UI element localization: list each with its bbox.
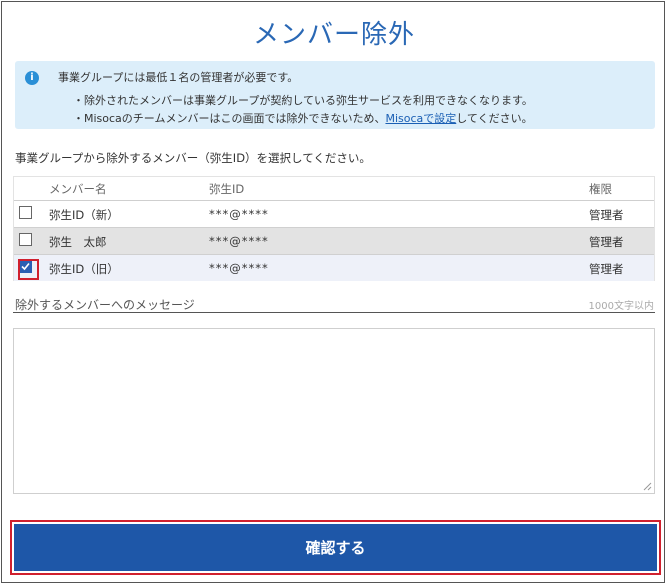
confirm-button[interactable]: 確認する — [14, 524, 657, 571]
table-header: メンバー名 弥生ID 権限 — [14, 177, 654, 201]
member-name: 弥生ID（新） — [49, 208, 119, 222]
page-title: メンバー除外 — [252, 20, 415, 50]
member-id: ***@**** — [209, 234, 269, 248]
resize-grip-icon[interactable] — [643, 482, 652, 491]
info-icon: i — [25, 71, 39, 85]
table-row[interactable]: 弥生ID（旧） ***@**** 管理者 — [14, 255, 654, 281]
info-line-misoca-after: してください。 — [456, 112, 533, 125]
info-line-misoca: ・Misocaのチームメンバーはこの画面では除外できないため、Misocaで設定… — [73, 110, 533, 126]
member-id: ***@**** — [209, 207, 269, 221]
misoca-settings-link[interactable]: Misocaで設定 — [385, 112, 456, 125]
table-row[interactable]: 弥生 太郎 ***@**** 管理者 — [14, 228, 654, 255]
info-line-service-access: ・除外されたメンバーは事業グループが契約している弥生サービスを利用できなくなりま… — [73, 94, 533, 107]
column-header-id: 弥生ID — [209, 182, 245, 196]
column-header-name: メンバー名 — [49, 182, 107, 196]
member-table: メンバー名 弥生ID 権限 弥生ID（新） ***@**** 管理者 弥生 太郎… — [13, 176, 655, 281]
member-checkbox[interactable] — [19, 233, 32, 246]
message-limit: 1000文字以内 — [588, 301, 654, 312]
member-checkbox[interactable] — [19, 206, 32, 219]
column-header-role: 権限 — [589, 182, 612, 196]
info-line-misoca-before: ・Misocaのチームメンバーはこの画面では除外できないため、 — [73, 112, 386, 125]
checkbox-highlight-box — [18, 259, 39, 280]
member-name: 弥生 太郎 — [49, 235, 107, 249]
member-role: 管理者 — [589, 208, 624, 222]
member-checkbox-checked[interactable] — [18, 259, 39, 280]
message-textarea[interactable] — [13, 328, 655, 494]
member-name: 弥生ID（旧） — [49, 262, 119, 276]
message-label-underline — [13, 312, 655, 313]
confirm-button-highlight: 確認する — [10, 520, 661, 575]
member-role: 管理者 — [589, 235, 624, 249]
info-box: i 事業グループには最低１名の管理者が必要です。 ・除外されたメンバーは事業グル… — [15, 61, 655, 129]
table-row[interactable]: 弥生ID（新） ***@**** 管理者 — [14, 201, 654, 228]
member-id: ***@**** — [209, 261, 269, 275]
message-label: 除外するメンバーへのメッセージ — [15, 298, 195, 312]
info-line-admin-required: 事業グループには最低１名の管理者が必要です。 — [58, 71, 299, 84]
member-role: 管理者 — [589, 262, 624, 276]
instruction-text: 事業グループから除外するメンバー（弥生ID）を選択してください。 — [15, 151, 371, 165]
